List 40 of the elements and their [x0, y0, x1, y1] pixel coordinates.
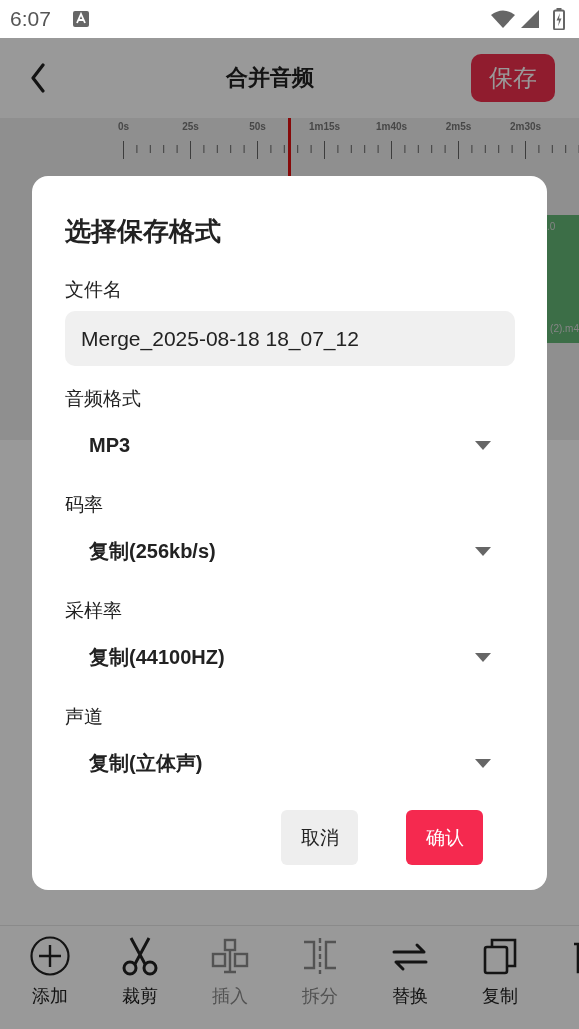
- field-label: 文件名: [65, 277, 122, 302]
- time-label: 25s: [181, 121, 200, 134]
- tool-label[interactable]: 替换: [392, 984, 428, 1008]
- time-label: 0s: [116, 121, 131, 134]
- battery-icon: [553, 8, 565, 30]
- wifi-icon: [491, 10, 515, 28]
- format-dropdown[interactable]: MP3: [65, 420, 515, 470]
- format-dropdown[interactable]: 复制(256kb/s): [65, 526, 515, 576]
- clip-text: .0: [547, 221, 556, 232]
- field-label: 码率: [65, 492, 103, 517]
- plus-circle-icon[interactable]: [30, 936, 70, 976]
- time-label: 1m15s: [307, 121, 342, 134]
- field-label: 音频格式: [65, 386, 141, 411]
- status-time: 6:07: [10, 7, 51, 31]
- filename-field[interactable]: Merge_2025-08-18 18_07_12: [65, 311, 515, 366]
- time-label: 50s: [248, 121, 267, 134]
- signal-icon: [521, 10, 539, 28]
- tool-label[interactable]: 裁剪: [122, 984, 158, 1008]
- clip-text: (2).m4: [550, 323, 579, 334]
- format-dropdown[interactable]: 复制(立体声): [65, 738, 515, 788]
- dropdown-arrow-icon: [475, 652, 491, 662]
- back-button[interactable]: [30, 63, 46, 93]
- keyboard-icon: [72, 11, 89, 27]
- field-label: 声道: [65, 704, 103, 729]
- tool-label[interactable]: 复制: [482, 984, 518, 1008]
- format-dropdown[interactable]: 复制(44100HZ): [65, 632, 515, 682]
- dropdown-arrow-icon: [475, 758, 491, 768]
- time-label: 1m40s: [374, 121, 409, 134]
- page-title: 合并音频: [224, 64, 315, 92]
- dialog-title: 选择保存格式: [65, 215, 222, 248]
- dropdown-arrow-icon: [475, 440, 491, 450]
- time-label: 2m5s: [444, 121, 473, 134]
- dropdown-arrow-icon: [475, 546, 491, 556]
- back-icon: [30, 63, 46, 93]
- confirm-button[interactable]: 确认: [406, 810, 483, 865]
- cancel-button[interactable]: 取消: [281, 810, 358, 865]
- tool-label[interactable]: 添加: [32, 984, 68, 1008]
- field-label: 采样率: [65, 598, 122, 623]
- scissors-icon[interactable]: [120, 936, 160, 976]
- time-label: 2m30s: [508, 121, 543, 134]
